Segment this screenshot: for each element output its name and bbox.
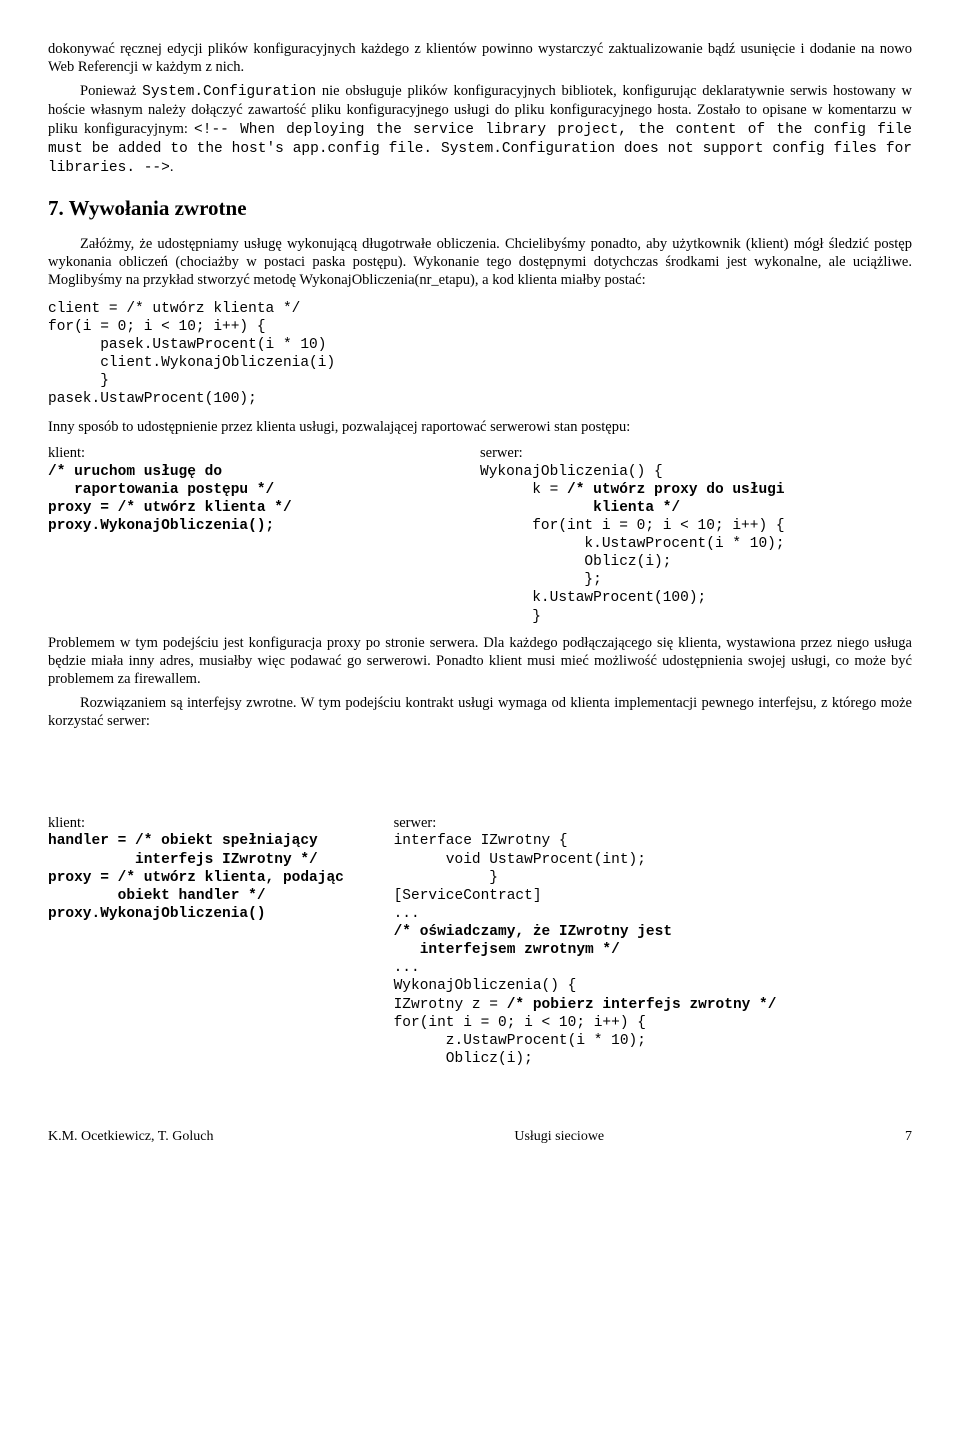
serwer2-label: serwer: — [394, 814, 912, 832]
paragraph-5: Problemem w tym podejściu jest konfigura… — [48, 634, 912, 688]
columns-2: klient: handler = /* obiekt spełniający … — [48, 814, 912, 1068]
columns-1: klient: /* uruchom usługę do raportowani… — [48, 444, 912, 625]
klient2-code: handler = /* obiekt spełniający interfej… — [48, 832, 394, 923]
serwer2-code: interface IZwrotny { void UstawProcent(i… — [394, 832, 912, 1068]
klient2-label: klient: — [48, 814, 394, 832]
klient1-code: /* uruchom usługę do raportowania postęp… — [48, 463, 480, 536]
serwer1-label: serwer: — [480, 444, 912, 462]
footer-center: Usługi sieciowe — [514, 1128, 604, 1146]
col-klient-2: klient: handler = /* obiekt spełniający … — [48, 814, 394, 1068]
paragraph-2: Ponieważ System.Configuration nie obsług… — [48, 82, 912, 177]
paragraph-6: Rozwiązaniem są interfejsy zwrotne. W ty… — [48, 694, 912, 730]
klient2-code-bold: handler = /* obiekt spełniający interfej… — [48, 833, 344, 922]
serwer1-code: WykonajObliczenia() { k = /* utwórz prox… — [480, 463, 912, 626]
col-serwer-2: serwer: interface IZwrotny { void UstawP… — [394, 814, 912, 1068]
para2-code: System.Configuration — [142, 84, 316, 100]
klient1-code-bold: /* uruchom usługę do raportowania postęp… — [48, 464, 292, 534]
code-block-1: client = /* utwórz klienta */ for(i = 0;… — [48, 300, 912, 409]
col-klient-1: klient: /* uruchom usługę do raportowani… — [48, 444, 480, 625]
footer-right: 7 — [905, 1128, 912, 1146]
paragraph-4: Inny sposób to udostępnienie przez klien… — [48, 418, 912, 436]
col-serwer-1: serwer: WykonajObliczenia() { k = /* utw… — [480, 444, 912, 625]
klient1-label: klient: — [48, 444, 480, 462]
para2-c: . — [170, 159, 174, 175]
para2-a: Ponieważ — [80, 83, 142, 99]
section-heading: 7. Wywołania zwrotne — [48, 195, 912, 221]
page-footer: K.M. Ocetkiewicz, T. Goluch Usługi sieci… — [48, 1128, 912, 1146]
footer-left: K.M. Ocetkiewicz, T. Goluch — [48, 1128, 214, 1146]
paragraph-3: Załóżmy, że udostępniamy usługę wykonują… — [48, 235, 912, 289]
paragraph-1: dokonywać ręcznej edycji plików konfigur… — [48, 40, 912, 76]
